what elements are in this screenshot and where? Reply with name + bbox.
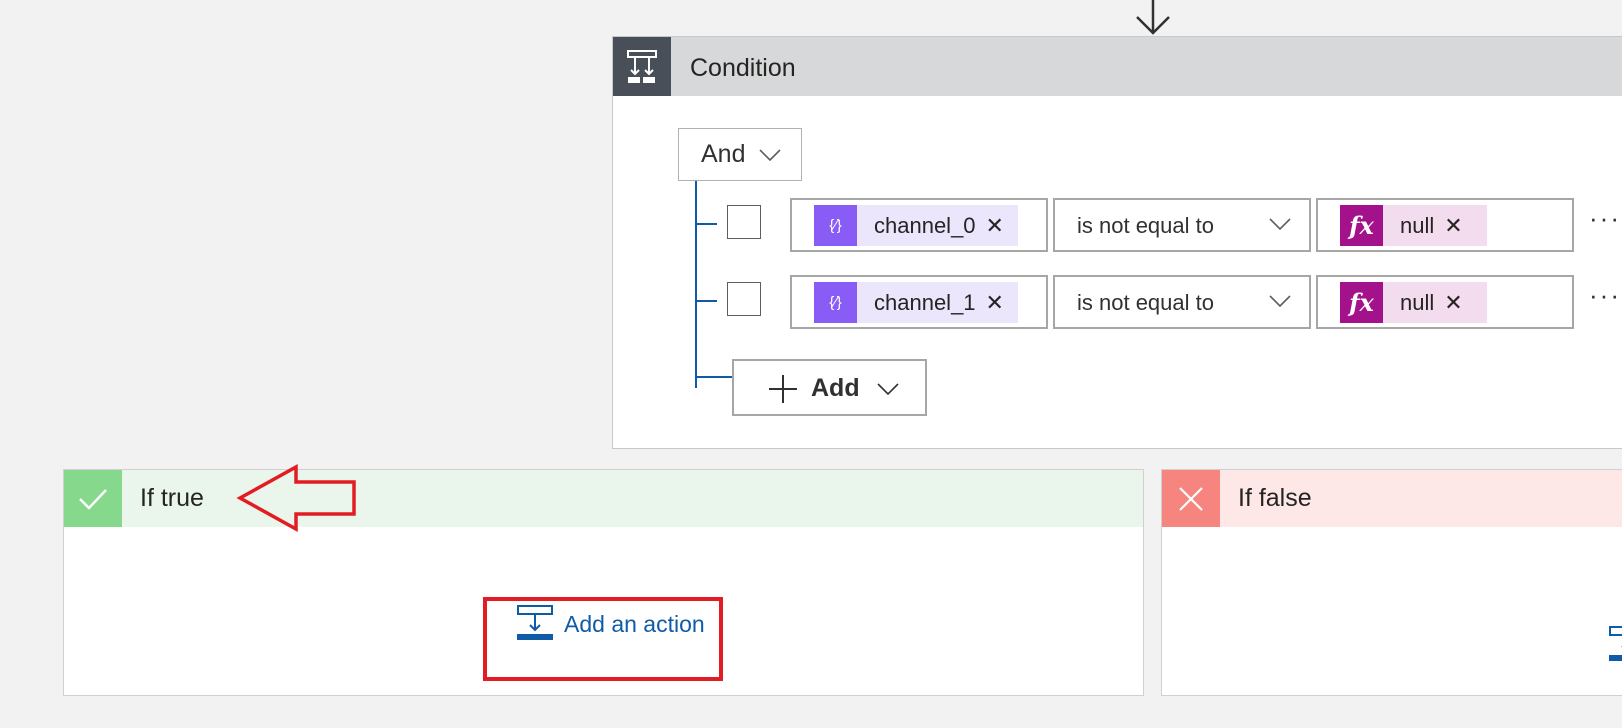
remove-token-icon[interactable]: ✕ <box>1434 290 1486 316</box>
chevron-down-icon <box>877 383 899 395</box>
operator-dropdown[interactable]: is not equal to <box>1053 198 1311 252</box>
if-false-header[interactable]: If false <box>1162 470 1622 527</box>
operator-label: is not equal to <box>1077 290 1214 315</box>
operator-dropdown[interactable]: is not equal to <box>1053 275 1311 329</box>
condition-icon <box>613 37 671 96</box>
chevron-down-icon <box>1269 295 1291 307</box>
annotation-highlight-box <box>483 597 723 681</box>
operator-label: is not equal to <box>1077 213 1214 238</box>
dynamic-content-token[interactable]: {⁄} channel_1 ✕ <box>814 282 1018 323</box>
row-checkbox[interactable] <box>727 282 761 316</box>
checkmark-icon <box>64 470 122 527</box>
annotation-arrow-icon <box>236 464 356 532</box>
right-operand-field[interactable]: fx null ✕ <box>1316 275 1574 329</box>
tree-line-row-2 <box>695 300 717 302</box>
remove-token-icon[interactable]: ✕ <box>1434 213 1486 239</box>
token-label: null <box>1400 289 1435 315</box>
tree-line-vertical <box>695 181 697 388</box>
right-operand-field[interactable]: fx null ✕ <box>1316 198 1574 252</box>
expression-token[interactable]: fx null ✕ <box>1340 282 1487 323</box>
add-label: Add <box>811 374 860 402</box>
add-condition-button[interactable]: Add <box>732 359 927 416</box>
chevron-down-icon <box>759 148 782 161</box>
logical-operator-dropdown[interactable]: And <box>678 128 802 181</box>
tree-line-row-1 <box>695 223 717 225</box>
add-action-icon[interactable] <box>1609 626 1622 662</box>
close-icon <box>1162 470 1220 527</box>
plus-icon <box>769 375 797 403</box>
expression-token[interactable]: fx null ✕ <box>1340 205 1487 246</box>
if-false-branch: If false <box>1161 469 1622 696</box>
chevron-down-icon <box>1269 218 1291 230</box>
left-operand-field[interactable]: {⁄} channel_0 ✕ <box>790 198 1048 252</box>
fx-icon: fx <box>1340 205 1383 246</box>
if-true-title: If true <box>140 484 204 512</box>
condition-title: Condition <box>690 54 796 82</box>
if-true-header[interactable]: If true <box>64 470 1143 527</box>
condition-header[interactable]: Condition <box>613 37 1622 96</box>
token-label: null <box>1400 212 1435 238</box>
condition-card: Condition And {⁄} channel_0 ✕ is not equ… <box>612 36 1622 449</box>
more-options-icon[interactable]: ··· <box>1589 203 1621 234</box>
token-label: channel_1 <box>874 289 976 315</box>
dynamic-content-icon: {⁄} <box>814 205 857 246</box>
logical-operator-label: And <box>701 140 746 168</box>
row-checkbox[interactable] <box>727 205 761 239</box>
token-label: channel_0 <box>874 212 976 238</box>
tree-line-add <box>695 376 732 378</box>
remove-token-icon[interactable]: ✕ <box>976 290 1018 316</box>
more-options-icon[interactable]: ··· <box>1589 280 1621 311</box>
down-arrow-icon <box>1136 0 1170 35</box>
dynamic-content-token[interactable]: {⁄} channel_0 ✕ <box>814 205 1018 246</box>
dynamic-content-icon: {⁄} <box>814 282 857 323</box>
remove-token-icon[interactable]: ✕ <box>976 213 1018 239</box>
if-false-title: If false <box>1238 484 1312 512</box>
fx-icon: fx <box>1340 282 1383 323</box>
left-operand-field[interactable]: {⁄} channel_1 ✕ <box>790 275 1048 329</box>
